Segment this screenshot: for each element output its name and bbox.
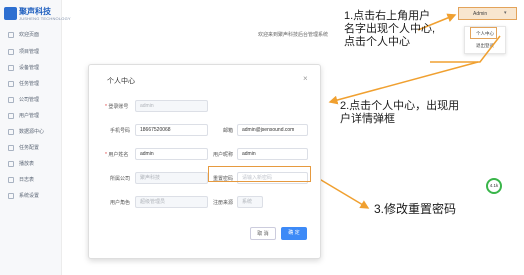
account-field: admin xyxy=(135,100,208,112)
username-label: * 用户姓名 xyxy=(105,151,128,158)
source-label: 注册来源 xyxy=(213,200,234,206)
username-field[interactable]: admin xyxy=(135,148,208,160)
annotation-step3: 3.修改重置密码 xyxy=(374,202,457,216)
nickname-field[interactable]: admin xyxy=(237,148,308,160)
modal-title: 个人中心 xyxy=(107,78,135,85)
annotation-step1-line2: 名字出现个人中心, xyxy=(344,23,436,35)
annotation-step2: 2.点击个人中心，出现用 户详情弹框 xyxy=(340,100,459,126)
role-label: 用户角色 xyxy=(110,200,131,206)
arrow-step2 xyxy=(328,61,479,105)
account-label-text: 登录账号 xyxy=(108,104,129,110)
account-label: * 登录账号 xyxy=(105,103,128,110)
profile-modal: 个人中心 × * 登录账号 admin 手机号码 18667520068 邮箱 … xyxy=(88,64,321,259)
reset-password-highlight-box xyxy=(208,166,311,182)
annotation-step2-line1: 2.点击个人中心，出现用 xyxy=(340,100,460,112)
username-label-text: 用户姓名 xyxy=(108,152,129,158)
phone-field[interactable]: 18667520068 xyxy=(135,124,208,136)
phone-label: 手机号码 xyxy=(110,128,131,134)
close-icon[interactable]: × xyxy=(303,74,308,83)
annotation-step2-line2: 户详情弹框 xyxy=(340,113,395,125)
badge-text: 4.1k xyxy=(489,183,499,188)
email-label: 邮箱 xyxy=(223,128,234,134)
arrow-step1-profile xyxy=(430,35,501,63)
company-field: 聚声科技 xyxy=(135,172,208,184)
email-field[interactable]: admin@jsensound.com xyxy=(237,124,308,136)
annotation-step1-line3: 点击个人中心 xyxy=(344,36,410,48)
company-label: 所属公司 xyxy=(110,176,131,182)
role-field: 超级管理员 xyxy=(135,196,208,208)
annotation-step1: 1.点击右上角用户 名字出现个人中心, 点击个人中心 xyxy=(344,10,435,49)
cancel-button[interactable]: 取 消 xyxy=(250,227,276,240)
nickname-label: 用户昵称 xyxy=(213,152,234,158)
source-field: 系统 xyxy=(237,196,263,208)
confirm-button[interactable]: 确 定 xyxy=(281,227,307,240)
speed-badge: 4.1k xyxy=(486,178,502,194)
annotation-step1-line1: 1.点击右上角用户 xyxy=(344,10,431,22)
